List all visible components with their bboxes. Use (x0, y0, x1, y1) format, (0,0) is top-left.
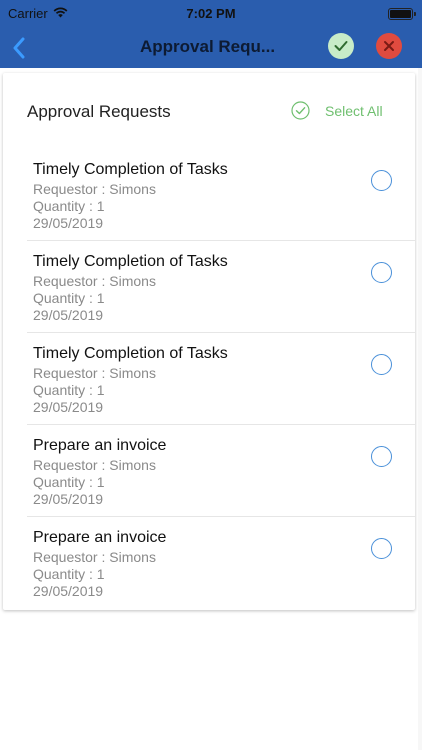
request-title: Prepare an invoice (33, 529, 167, 546)
status-time: 7:02 PM (186, 6, 236, 21)
page-title: Approval Requ... (140, 37, 276, 56)
request-requestor: Requestor : Simons (33, 365, 156, 381)
request-list: Timely Completion of Tasks Requestor : S… (3, 149, 415, 609)
nav-bar: Approval Requ... (0, 28, 422, 68)
card-header: Approval Requests Select All (3, 73, 415, 149)
request-date: 29/05/2019 (33, 583, 104, 599)
request-quantity: Quantity : 1 (33, 474, 105, 490)
request-requestor: Requestor : Simons (33, 457, 156, 473)
card-title: Approval Requests (27, 102, 171, 121)
select-radio[interactable] (371, 538, 392, 559)
request-date: 29/05/2019 (33, 491, 104, 507)
battery-level (390, 10, 411, 18)
status-bar: Carrier 7:02 PM (0, 0, 422, 28)
approval-requests-card: Approval Requests Select All Timely Comp… (3, 73, 415, 610)
list-item[interactable]: Prepare an invoice Requestor : Simons Qu… (27, 517, 415, 609)
app-screen: Carrier 7:02 PM Approval Requ... Approva… (0, 0, 422, 750)
request-requestor: Requestor : Simons (33, 549, 156, 565)
check-circle-icon (334, 41, 348, 51)
select-radio[interactable] (371, 354, 392, 375)
back-button[interactable] (4, 32, 34, 64)
request-requestor: Requestor : Simons (33, 273, 156, 289)
battery-icon (388, 8, 416, 20)
request-quantity: Quantity : 1 (33, 290, 105, 306)
request-date: 29/05/2019 (33, 215, 104, 231)
select-radio[interactable] (371, 446, 392, 467)
request-quantity: Quantity : 1 (33, 198, 105, 214)
scroll-edge (418, 68, 422, 750)
request-date: 29/05/2019 (33, 399, 104, 415)
request-quantity: Quantity : 1 (33, 566, 105, 582)
reject-button[interactable] (376, 33, 402, 59)
request-title: Prepare an invoice (33, 437, 167, 454)
list-item[interactable]: Prepare an invoice Requestor : Simons Qu… (27, 425, 415, 517)
select-radio[interactable] (371, 262, 392, 283)
list-item[interactable]: Timely Completion of Tasks Requestor : S… (27, 333, 415, 425)
approve-button[interactable] (328, 33, 354, 59)
close-circle-icon (384, 41, 394, 51)
request-title: Timely Completion of Tasks (33, 345, 228, 362)
request-date: 29/05/2019 (33, 307, 104, 323)
request-title: Timely Completion of Tasks (33, 161, 228, 178)
select-all-button[interactable]: Select All (291, 101, 383, 120)
list-item[interactable]: Timely Completion of Tasks Requestor : S… (27, 149, 415, 241)
request-requestor: Requestor : Simons (33, 181, 156, 197)
request-quantity: Quantity : 1 (33, 382, 105, 398)
list-item[interactable]: Timely Completion of Tasks Requestor : S… (27, 241, 415, 333)
check-circle-outline-icon (291, 101, 310, 120)
select-radio[interactable] (371, 170, 392, 191)
request-title: Timely Completion of Tasks (33, 253, 228, 270)
chevron-left-icon (13, 37, 25, 59)
select-all-label: Select All (325, 102, 383, 119)
